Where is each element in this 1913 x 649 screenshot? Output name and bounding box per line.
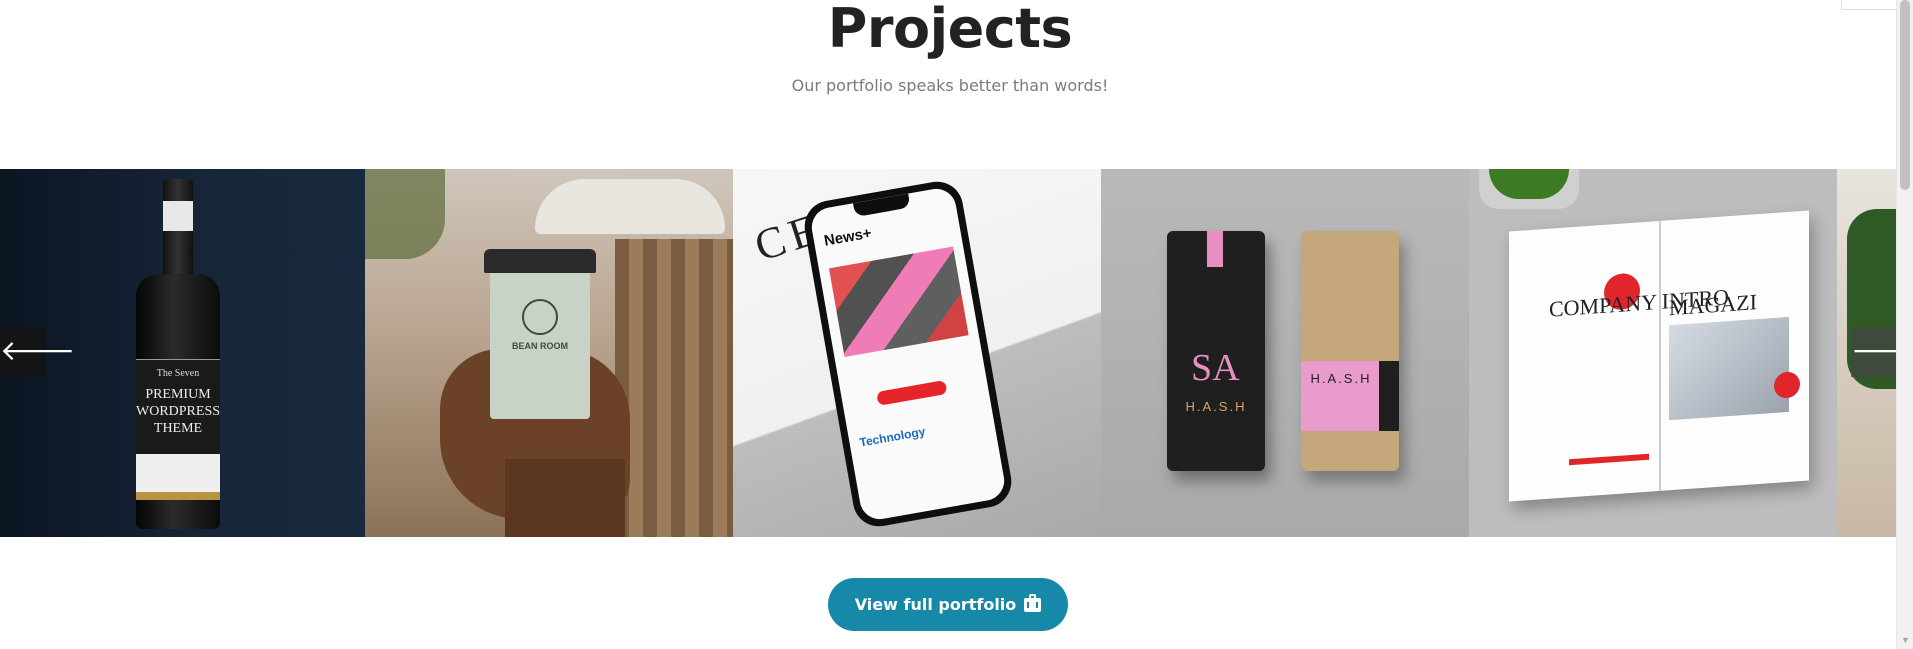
bag-brand-kraft: H.A.S.H <box>1310 371 1372 386</box>
portfolio-item-coffee-bags[interactable]: SA H.A.S.H H.A.S.H <box>1101 169 1469 537</box>
coffee-cup-image: BEAN ROOM <box>484 249 596 419</box>
section-heading: Projects Our portfolio speaks better tha… <box>0 0 1900 96</box>
portfolio-item-phone[interactable]: CERE News+ Technology <box>733 169 1101 537</box>
bottle-label-small: The Seven <box>156 368 200 379</box>
vertical-scrollbar[interactable]: ▼ <box>1896 0 1913 649</box>
briefcase-icon <box>1024 593 1042 612</box>
view-portfolio-button[interactable]: View full portfolio <box>828 578 1068 631</box>
magazine-right-title: MAGAZI <box>1669 289 1757 321</box>
view-portfolio-label: View full portfolio <box>854 595 1017 614</box>
kraft-coffee-bag-image: H.A.S.H <box>1301 231 1399 471</box>
phone-section-label: Technology <box>858 424 927 450</box>
portfolio-item-coffee-cup[interactable]: BEAN ROOM <box>365 169 733 537</box>
bottle-label-main: PREMIUM WORDPRESS THEME <box>136 387 221 436</box>
wine-bottle-image: The Seven PREMIUM WORDPRESS THEME <box>130 179 226 529</box>
section-subtitle: Our portfolio speaks better than words! <box>791 76 1109 95</box>
scrollbar-thumb[interactable] <box>1900 0 1910 190</box>
magazine-image: COMPANY INTRO MAGAZI <box>1509 210 1809 502</box>
cup-brand-text: BEAN ROOM <box>512 341 568 351</box>
black-coffee-bag-image: SA H.A.S.H <box>1167 231 1265 471</box>
bag-monogram: SA <box>1191 347 1240 389</box>
portfolio-item-magazine[interactable]: COMPANY INTRO MAGAZI <box>1469 169 1837 537</box>
section-title: Projects <box>827 0 1073 60</box>
carousel-next-button[interactable]: 🡒 <box>1851 327 1913 377</box>
scroll-down-icon[interactable]: ▼ <box>1897 632 1913 649</box>
bag-brand-black: H.A.S.H <box>1185 399 1247 414</box>
arrow-left-icon: 🡐 <box>0 335 76 366</box>
carousel-prev-button[interactable]: 🡐 <box>0 327 75 377</box>
portfolio-carousel[interactable]: The Seven PREMIUM WORDPRESS THEME BEAN R… <box>0 169 1896 537</box>
